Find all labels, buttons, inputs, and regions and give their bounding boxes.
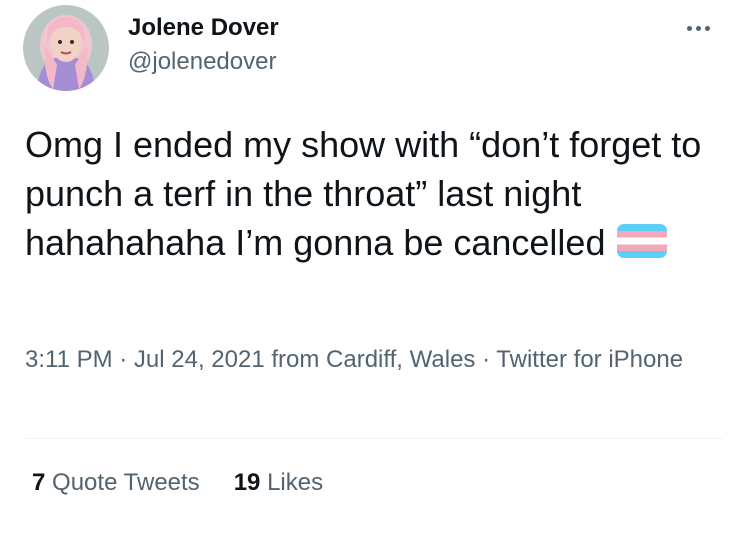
- tweet-text: Omg I ended my show with “don’t forget t…: [25, 120, 730, 267]
- likes-count: 19: [233, 469, 261, 496]
- transgender-flag-icon: [617, 224, 668, 258]
- display-name[interactable]: Jolene Dover: [128, 14, 279, 42]
- tweet-body: Omg I ended my show with “don’t forget t…: [25, 124, 702, 263]
- likes-link[interactable]: 19 Likes: [234, 469, 323, 497]
- quote-tweets-label: Quote Tweets: [52, 469, 200, 496]
- likes-label: Likes: [267, 469, 324, 496]
- avatar[interactable]: [23, 5, 109, 91]
- divider: [25, 438, 723, 439]
- quote-tweets-link[interactable]: 7 Quote Tweets: [32, 469, 200, 497]
- tweet-timestamp[interactable]: 3:11 PM · Jul 24, 2021 from Cardiff, Wal…: [25, 343, 705, 377]
- quote-tweets-count: 7: [32, 469, 46, 496]
- more-options-icon[interactable]: [678, 20, 718, 36]
- tweet-stats: 7 Quote Tweets 19 Likes: [32, 469, 323, 497]
- user-handle[interactable]: @jolenedover: [128, 48, 276, 76]
